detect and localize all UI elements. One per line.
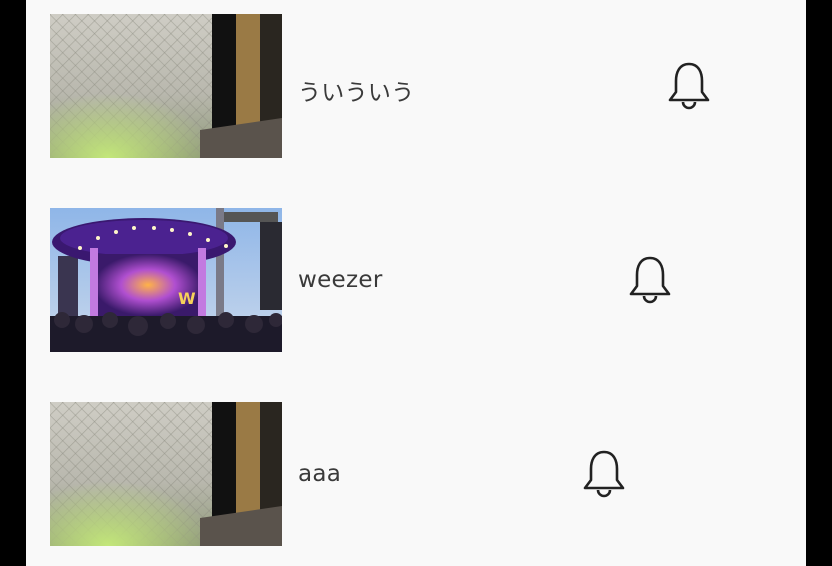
list-item[interactable]: aaa	[26, 402, 806, 546]
item-title: aaa	[298, 461, 342, 487]
window-screen-thumbnail	[50, 402, 282, 546]
bell-outline-icon[interactable]	[666, 61, 712, 111]
window-screen-thumbnail	[50, 14, 282, 158]
item-title: weezer	[298, 267, 383, 293]
bell-outline-icon[interactable]	[581, 449, 627, 499]
bell-outline-icon[interactable]	[627, 255, 673, 305]
list-item[interactable]: ういういう	[26, 14, 806, 158]
concert-stage-thumbnail: W	[50, 208, 282, 352]
list-item[interactable]: W weezer	[26, 208, 806, 352]
notification-list-screen: ういういう W weezer aaa	[26, 0, 806, 566]
svg-text:W: W	[178, 289, 196, 308]
item-title: ういういう	[298, 80, 415, 106]
